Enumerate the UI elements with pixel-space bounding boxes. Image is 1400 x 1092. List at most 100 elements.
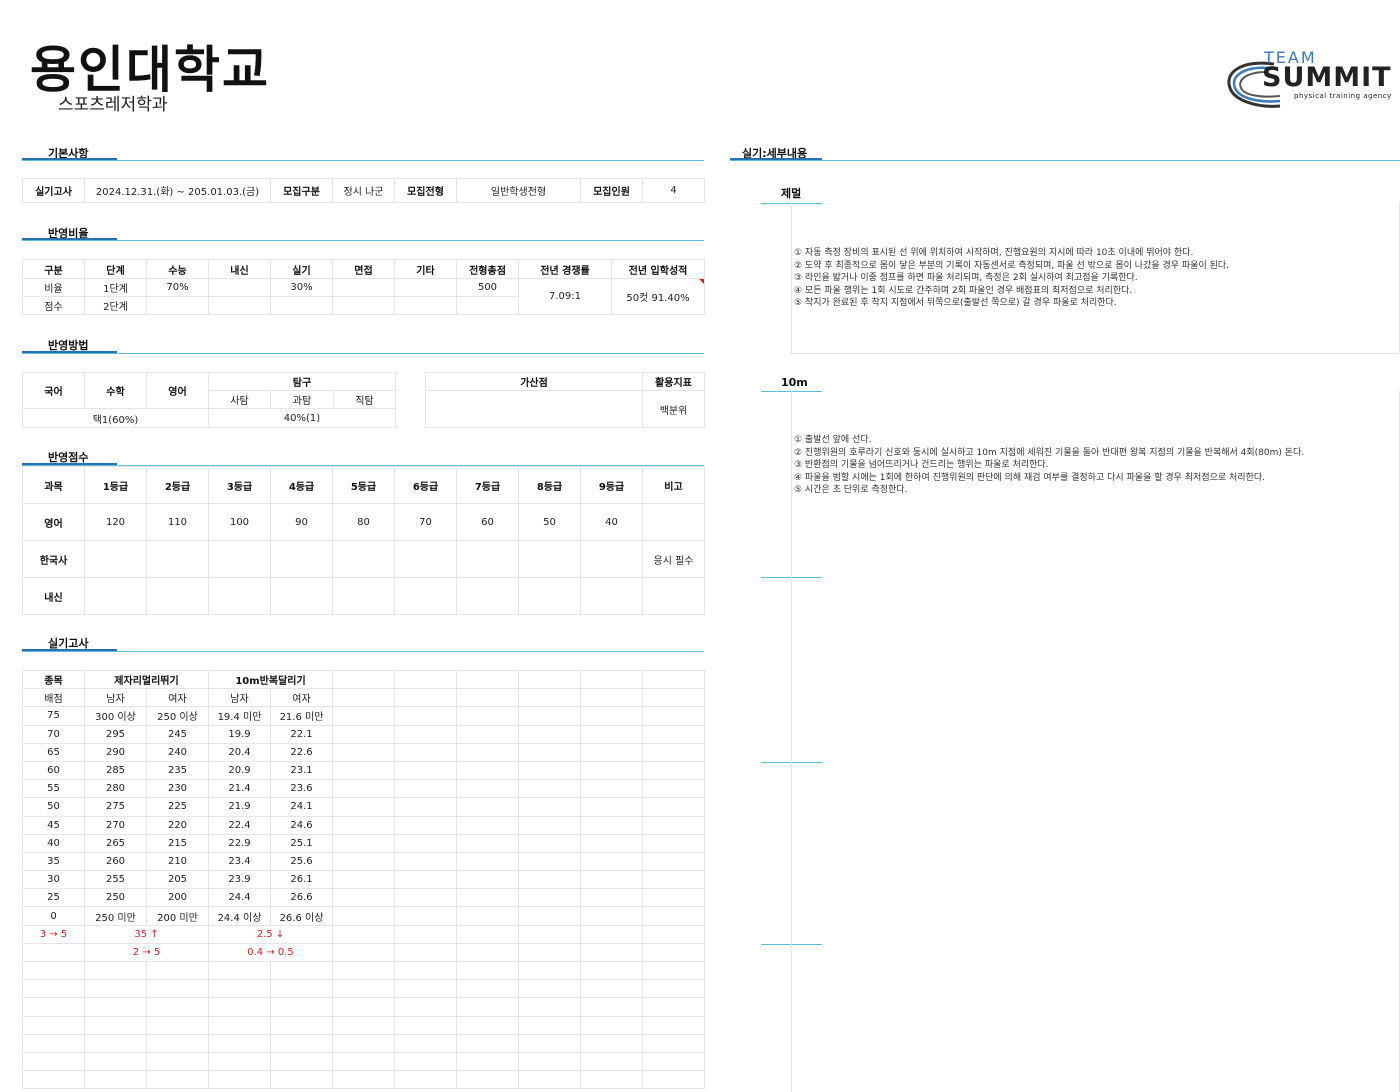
label-recruit-type: 모집전형 bbox=[394, 178, 457, 203]
department-name: 스포츠레저학과 bbox=[58, 95, 168, 115]
practical-empty-cell bbox=[580, 833, 643, 853]
score-cell: 100 bbox=[208, 503, 271, 541]
practical-cell: 45 bbox=[22, 815, 85, 835]
practical-empty-cell bbox=[22, 960, 85, 981]
jump-detail-panel: ① 자동 측정 장비의 표시된 선 위에 위치하여 시작하며, 진행요원의 지시… bbox=[791, 203, 1400, 354]
label-exam-period: 실기고사 bbox=[22, 178, 85, 203]
practical-empty-cell bbox=[580, 851, 643, 872]
practical-cell: 24.4 이상 bbox=[208, 906, 271, 926]
practical-cell: 60 bbox=[22, 760, 85, 781]
practical-empty-cell bbox=[208, 997, 271, 1017]
practical-empty-cell bbox=[518, 888, 581, 908]
practical-cell: 25.1 bbox=[270, 833, 333, 853]
practical-empty-cell bbox=[580, 706, 643, 726]
practical-cell: 24.4 bbox=[208, 888, 271, 908]
practical-cell: 23.9 bbox=[208, 870, 271, 890]
practical-empty-cell bbox=[518, 960, 581, 981]
practical-empty-cell bbox=[642, 851, 705, 872]
practical-empty-cell bbox=[84, 997, 147, 1017]
ratio-cell bbox=[456, 296, 519, 315]
practical-cell: 215 bbox=[146, 833, 209, 853]
score-cell bbox=[84, 577, 147, 615]
index-value: 백분위 bbox=[642, 390, 705, 428]
section-underline-accent bbox=[22, 351, 117, 353]
practical-empty-cell bbox=[146, 979, 209, 999]
score-header: 2등급 bbox=[146, 466, 209, 504]
score-cell bbox=[580, 577, 643, 615]
practical-empty-cell bbox=[394, 888, 457, 908]
practical-empty-cell bbox=[456, 760, 519, 781]
practical-empty-cell bbox=[580, 688, 643, 708]
practical-empty-cell bbox=[580, 906, 643, 926]
practical-empty-cell bbox=[332, 688, 395, 708]
bonus-table: 가산점 활용지표 백분위 bbox=[425, 372, 705, 428]
practical-empty-cell bbox=[518, 942, 581, 963]
ratio-cell: 70% bbox=[146, 278, 209, 297]
practical-empty-cell bbox=[456, 724, 519, 744]
practical-cell: 200 bbox=[146, 888, 209, 908]
practical-empty-cell bbox=[456, 1051, 519, 1072]
section-underline bbox=[730, 160, 1400, 161]
practical-cell: 20.4 bbox=[208, 742, 271, 762]
practical-cell: 205 bbox=[146, 870, 209, 890]
team-summit-logo: TEAM SUMMIT physical training agency bbox=[1222, 46, 1397, 112]
practical-empty-cell bbox=[394, 924, 457, 944]
practical-cell: 26.1 bbox=[270, 870, 333, 890]
ratio-cell bbox=[208, 296, 271, 315]
practical-empty-cell bbox=[580, 669, 643, 690]
practical-empty-cell bbox=[394, 960, 457, 981]
practical-cell: 35 bbox=[22, 851, 85, 872]
practical-empty-cell bbox=[22, 942, 85, 963]
ratio-cell bbox=[394, 296, 457, 315]
practical-empty-cell bbox=[580, 742, 643, 762]
practical-empty-cell bbox=[332, 870, 395, 890]
practical-empty-cell bbox=[456, 815, 519, 835]
bonus-header: 가산점 bbox=[425, 372, 643, 391]
practical-empty-cell bbox=[456, 997, 519, 1017]
method-tamgu-social: 사탐 bbox=[208, 390, 271, 409]
practical-cell: 25 bbox=[22, 888, 85, 908]
practical-empty-cell bbox=[146, 1070, 209, 1090]
ratio-table: 구분 단계 수능 내신 실기 면접 기타 전형총점 전년 경쟁률 전년 입학성적… bbox=[22, 259, 705, 315]
practical-empty-cell bbox=[456, 688, 519, 708]
value-recruit-group: 정시 나군 bbox=[332, 178, 395, 203]
practical-empty-cell bbox=[580, 815, 643, 835]
score-header: 과목 bbox=[22, 466, 85, 504]
practical-cell: 285 bbox=[84, 760, 147, 781]
practical-empty-cell bbox=[642, 779, 705, 799]
ratio-header: 전년 경쟁률 bbox=[518, 259, 612, 279]
score-header: 5등급 bbox=[332, 466, 395, 504]
practical-cell: 220 bbox=[146, 815, 209, 835]
practical-empty-cell bbox=[270, 1033, 333, 1053]
score-cell bbox=[146, 577, 209, 615]
section-underline-accent bbox=[22, 649, 117, 651]
ratio-header: 기타 bbox=[394, 259, 457, 279]
method-choice-value: 택1(60%) bbox=[22, 408, 209, 428]
practical-empty-cell bbox=[394, 688, 457, 708]
practical-empty-cell bbox=[456, 851, 519, 872]
method-table: 국어 수학 영어 탐구 사탐 과탐 직탐 택1(60%) 40%(1) bbox=[22, 372, 396, 428]
practical-empty-cell bbox=[208, 960, 271, 981]
practical-cell: 235 bbox=[146, 760, 209, 781]
score-cell: 80 bbox=[332, 503, 395, 541]
run-note: ③ 반환점의 기물을 넘어뜨리거나 건드리는 행위는 파울로 처리한다. bbox=[794, 460, 1049, 471]
practical-empty-cell bbox=[394, 942, 457, 963]
practical-cell: 24.6 bbox=[270, 815, 333, 835]
practical-cell: 65 bbox=[22, 742, 85, 762]
logo-text-tagline: physical training agency bbox=[1294, 92, 1392, 100]
practical-empty-cell bbox=[394, 742, 457, 762]
run-detail-panel: ① 출발선 앞에 선다. ② 진행위원의 호루라기 신호와 동시에 실시하고 1… bbox=[791, 391, 1400, 577]
score-header: 1등급 bbox=[84, 466, 147, 504]
practical-empty-cell bbox=[518, 706, 581, 726]
practical-empty-cell bbox=[518, 906, 581, 926]
practical-empty-cell bbox=[332, 724, 395, 744]
run-detail-title: 10m bbox=[781, 376, 808, 389]
score-cell bbox=[332, 577, 395, 615]
practical-empty-cell bbox=[642, 724, 705, 744]
label-recruit-group: 모집구분 bbox=[270, 178, 333, 203]
practical-empty-cell bbox=[642, 979, 705, 999]
practical-empty-cell bbox=[580, 1015, 643, 1035]
ratio-cell bbox=[332, 296, 395, 315]
practical-cell: 295 bbox=[84, 724, 147, 744]
practical-empty-cell bbox=[642, 1051, 705, 1072]
